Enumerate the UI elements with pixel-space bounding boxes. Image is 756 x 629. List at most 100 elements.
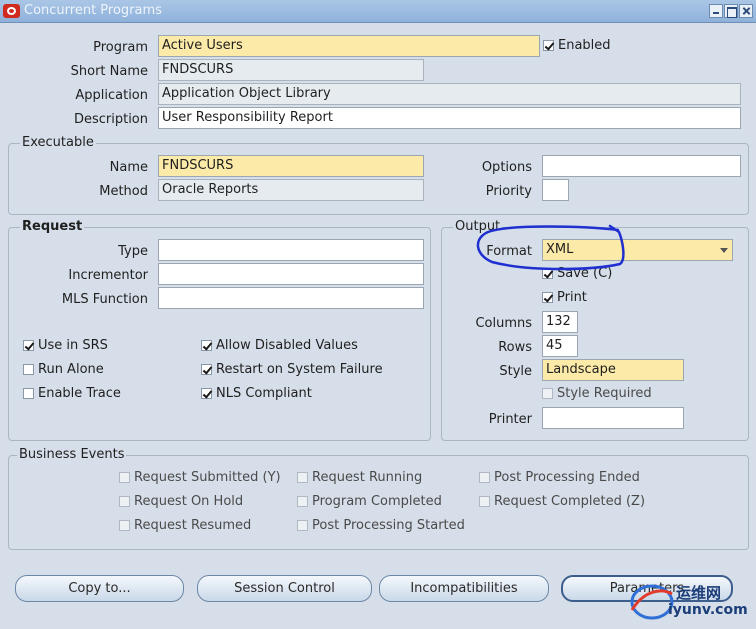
nls-compliant-label: NLS Compliant [216,386,312,401]
executable-title: Executable [20,135,96,150]
run-alone-label: Run Alone [38,362,104,377]
event-request-completed[interactable]: Request Completed (Z) [479,495,645,511]
incompatibilities-button[interactable]: Incompatibilities [379,575,549,602]
printer-field[interactable] [542,407,684,429]
save-label: Save (C) [557,266,613,281]
event-request-resumed-box[interactable] [119,520,130,531]
type-field[interactable] [158,239,424,261]
event-program-completed[interactable]: Program Completed [297,495,442,511]
request-title: Request [20,219,85,234]
enabled-checkbox[interactable]: Enabled [543,39,611,55]
run-alone-checkbox[interactable]: Run Alone [23,363,104,379]
restart-on-failure-checkbox[interactable]: Restart on System Failure [201,363,383,379]
event-post-processing-started[interactable]: Post Processing Started [297,519,465,535]
style-required-checkbox[interactable]: Style Required [542,387,652,403]
mls-function-field[interactable] [158,287,424,309]
mls-function-label: MLS Function [61,292,148,307]
event-post-processing-started-label: Post Processing Started [312,518,465,533]
event-request-completed-label: Request Completed (Z) [494,494,646,509]
maximize-icon[interactable] [724,4,738,18]
incrementor-field[interactable] [158,263,424,285]
method-label: Method [99,184,148,199]
oracle-logo-icon [3,4,20,18]
use-in-srs-box[interactable] [23,340,34,351]
title-bar: Concurrent Programs [0,0,756,23]
watermark-swirl-icon [630,584,674,620]
use-in-srs-label: Use in SRS [38,338,108,353]
event-request-running-label: Request Running [312,470,423,485]
event-request-submitted-box[interactable] [119,472,130,483]
format-value: XML [546,242,574,257]
watermark-text-cn: 运维网 [676,584,722,602]
printer-label: Printer [488,412,532,427]
description-label: Description [73,112,148,127]
event-request-completed-box[interactable] [479,496,490,507]
save-box[interactable] [542,268,553,279]
event-request-submitted[interactable]: Request Submitted (Y) [119,471,281,487]
event-post-processing-ended-box[interactable] [479,472,490,483]
style-required-label: Style Required [557,386,652,401]
columns-label: Columns [475,316,532,331]
style-required-box[interactable] [542,388,553,399]
type-label: Type [118,244,148,259]
event-request-on-hold[interactable]: Request On Hold [119,495,243,511]
program-field[interactable]: Active Users [158,35,540,57]
event-request-resumed-label: Request Resumed [134,518,252,533]
priority-label: Priority [485,184,532,199]
business-events-title: Business Events [17,447,127,462]
event-request-on-hold-box[interactable] [119,496,130,507]
enable-trace-label: Enable Trace [38,386,121,401]
event-post-processing-ended[interactable]: Post Processing Ended [479,471,640,487]
executable-name-field[interactable]: FNDSCURS [158,155,424,177]
allow-disabled-values-checkbox[interactable]: Allow Disabled Values [201,339,358,355]
description-field[interactable]: User Responsibility Report [158,107,741,129]
save-checkbox[interactable]: Save (C) [542,267,612,283]
restart-on-failure-box[interactable] [201,364,212,375]
use-in-srs-checkbox[interactable]: Use in SRS [23,339,108,355]
format-label: Format [486,244,532,259]
event-request-resumed[interactable]: Request Resumed [119,519,251,535]
short-name-field[interactable]: FNDSCURS [158,59,424,81]
event-program-completed-label: Program Completed [312,494,442,509]
enable-trace-box[interactable] [23,388,34,399]
short-name-label: Short Name [70,64,148,79]
enable-trace-checkbox[interactable]: Enable Trace [23,387,121,403]
event-request-running-box[interactable] [297,472,308,483]
method-field[interactable]: Oracle Reports [158,179,424,201]
chevron-down-icon[interactable] [720,248,728,253]
format-select[interactable]: XML [542,239,733,261]
rows-label: Rows [498,340,532,355]
print-label: Print [557,290,587,305]
event-post-processing-started-box[interactable] [297,520,308,531]
application-field[interactable]: Application Object Library [158,83,741,105]
watermark-text-url: iyunv.com [668,602,748,618]
event-request-on-hold-label: Request On Hold [134,494,244,509]
enabled-checkbox-box[interactable] [543,40,554,51]
executable-name-label: Name [109,160,148,175]
print-box[interactable] [542,292,553,303]
columns-field[interactable]: 132 [542,311,578,333]
minimize-icon[interactable] [709,4,723,18]
enabled-label: Enabled [558,38,611,53]
program-label: Program [93,40,148,55]
session-control-button[interactable]: Session Control [197,575,372,602]
options-field[interactable] [542,155,741,177]
application-label: Application [75,88,148,103]
allow-disabled-values-box[interactable] [201,340,212,351]
event-request-submitted-label: Request Submitted (Y) [134,470,281,485]
copy-to-button[interactable]: Copy to... [15,575,184,602]
nls-compliant-box[interactable] [201,388,212,399]
run-alone-box[interactable] [23,364,34,375]
priority-field[interactable] [542,179,569,201]
rows-field[interactable]: 45 [542,335,578,357]
style-field[interactable]: Landscape [542,359,684,381]
options-label: Options [481,160,532,175]
event-program-completed-box[interactable] [297,496,308,507]
print-checkbox[interactable]: Print [542,291,587,307]
watermark-logo: 运维网 iyunv.com [626,578,756,625]
window-title: Concurrent Programs [24,3,162,18]
nls-compliant-checkbox[interactable]: NLS Compliant [201,387,312,403]
incrementor-label: Incrementor [68,268,148,283]
event-request-running[interactable]: Request Running [297,471,422,487]
close-icon[interactable] [739,4,753,18]
